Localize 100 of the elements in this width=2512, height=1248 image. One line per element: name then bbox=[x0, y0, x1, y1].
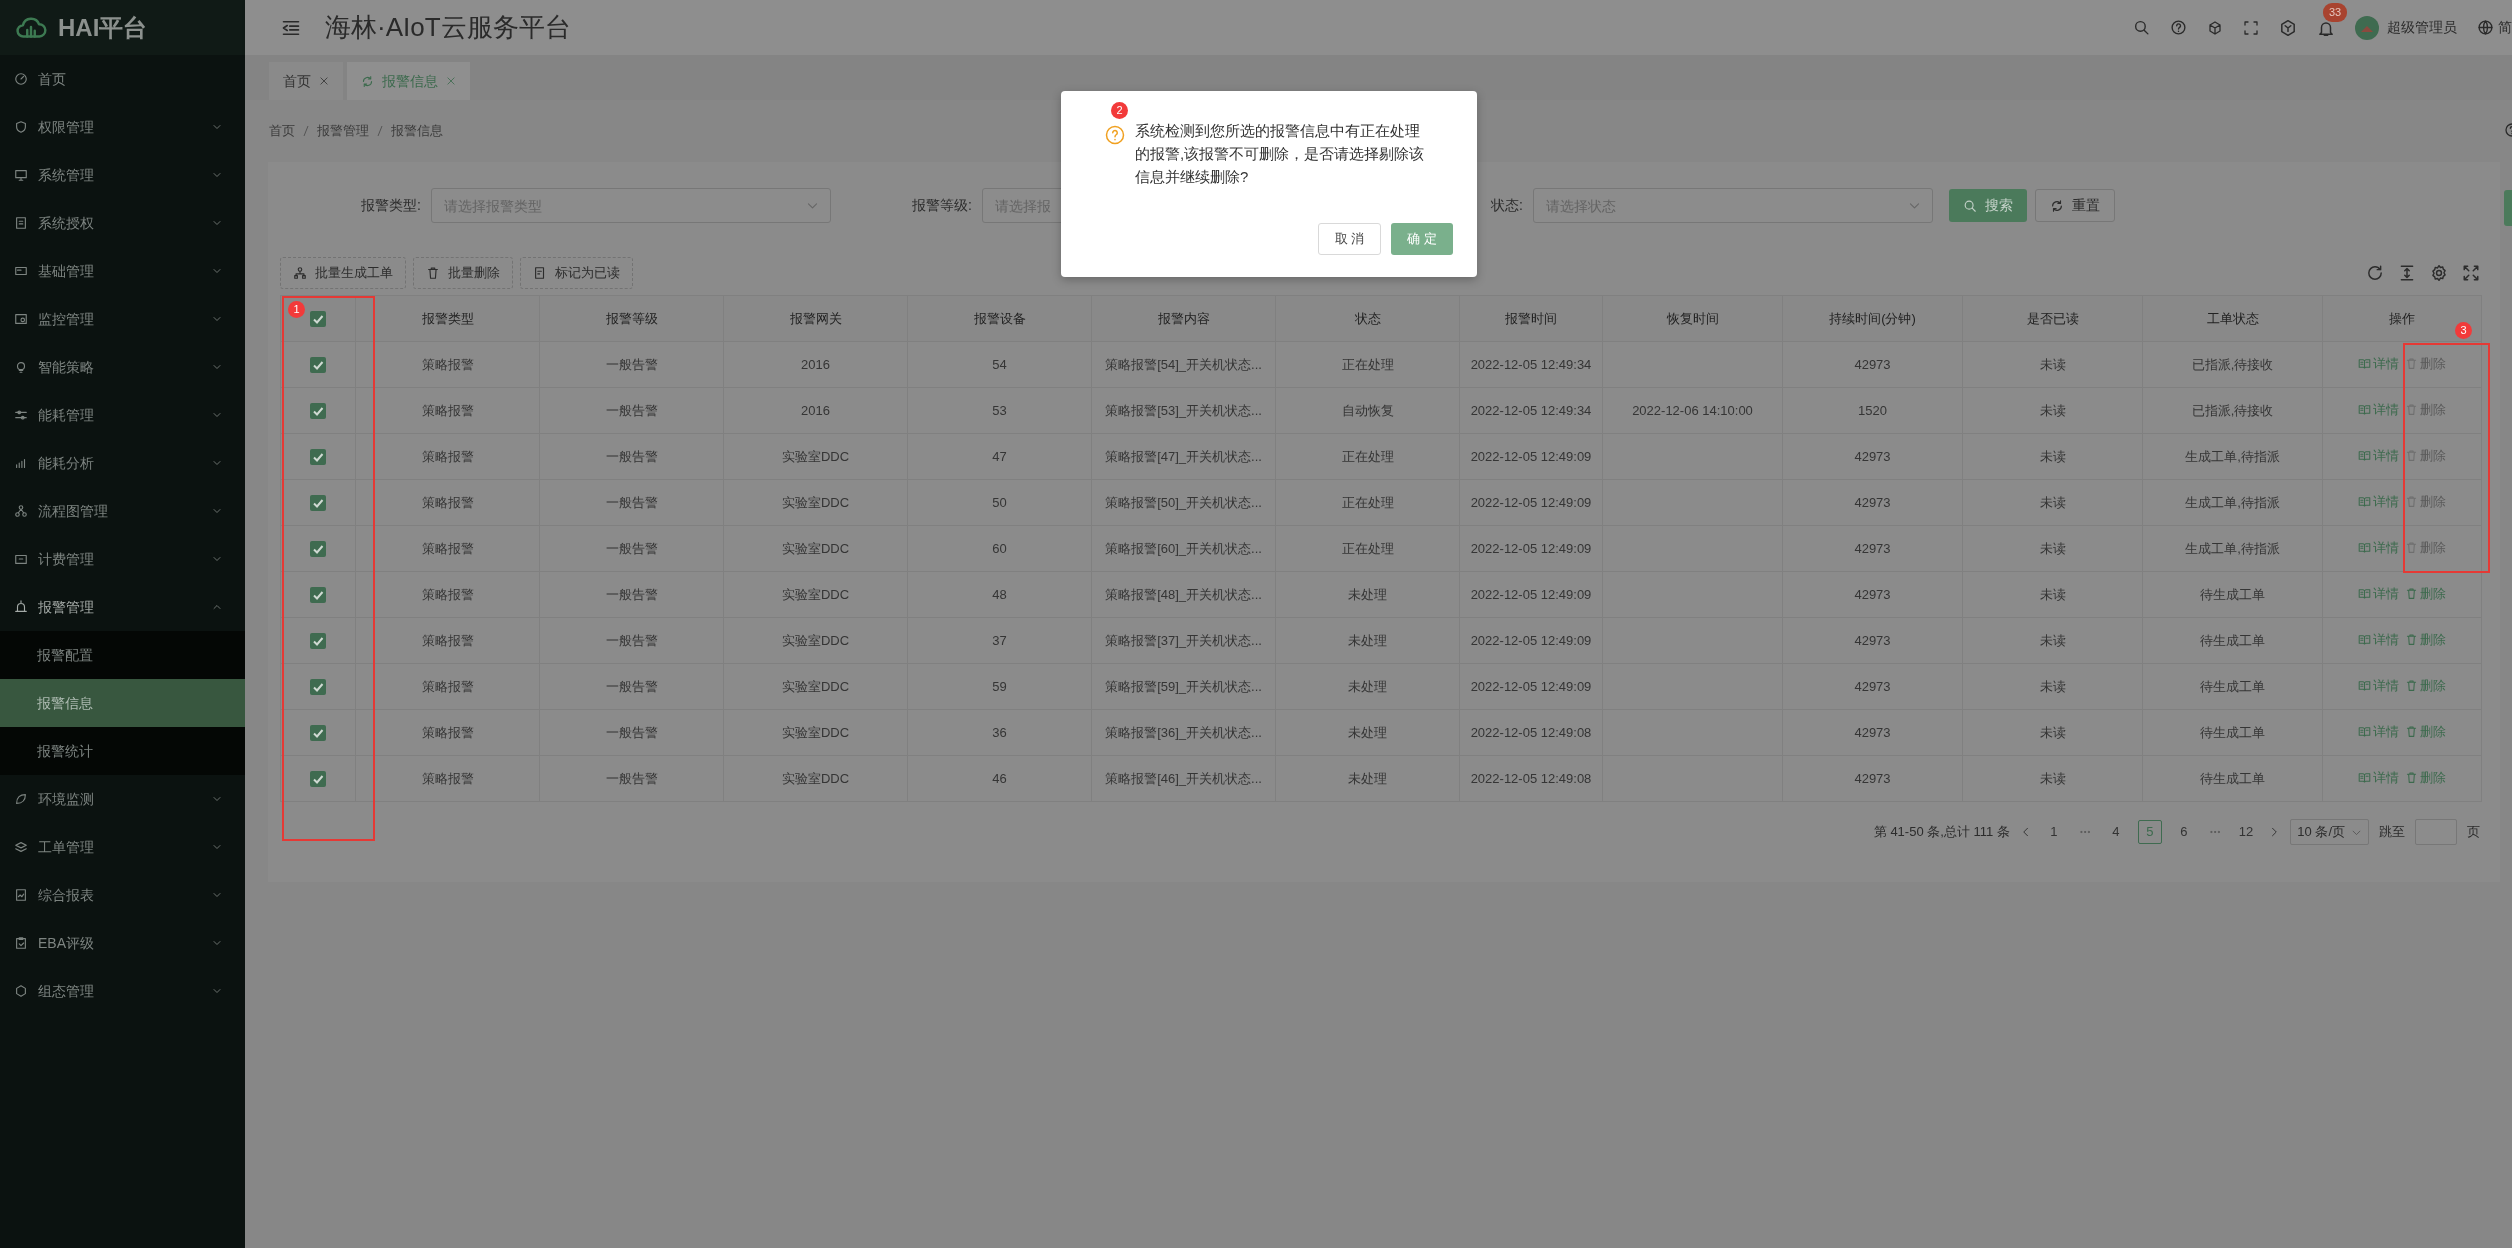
table-cell: 2022-12-05 12:49:34 bbox=[1470, 356, 1592, 372]
page-button[interactable]: 6 bbox=[2171, 820, 2196, 844]
hexagon-icon[interactable] bbox=[2279, 18, 2297, 37]
sidebar-item[interactable]: EBA评级 bbox=[0, 919, 245, 967]
page-tab[interactable]: 报警信息 bbox=[347, 62, 470, 100]
filter-label: 报警类型: bbox=[360, 196, 422, 215]
checkbox[interactable] bbox=[310, 771, 326, 788]
table-cell: 50 bbox=[992, 494, 1007, 510]
breadcrumb-item[interactable]: 首页 bbox=[269, 121, 295, 141]
checkbox[interactable] bbox=[310, 587, 326, 604]
table-cell: 42973 bbox=[1854, 494, 1891, 510]
slash-icon bbox=[303, 125, 309, 137]
column-header: 报警等级 bbox=[539, 295, 724, 342]
sidebar-item[interactable]: 智能策略 bbox=[0, 343, 245, 391]
column-header: 是否已读 bbox=[1962, 295, 2143, 342]
checkbox[interactable] bbox=[310, 541, 326, 558]
alarm-icon bbox=[14, 600, 28, 614]
page-button[interactable]: 4 bbox=[2103, 820, 2128, 844]
checkbox[interactable] bbox=[310, 725, 326, 742]
sidebar-item[interactable]: 能耗分析 bbox=[0, 439, 245, 487]
page-button[interactable]: 12 bbox=[2233, 820, 2259, 844]
globe-icon[interactable] bbox=[2477, 19, 2494, 36]
sidebar-item[interactable]: 系统授权 bbox=[0, 199, 245, 247]
table-cell: 策略报警[60]_开关机状态... bbox=[1105, 540, 1262, 556]
column-header: 恢复时间 bbox=[1602, 295, 1783, 342]
page-button[interactable]: 1 bbox=[2041, 820, 2066, 844]
submenu-item[interactable]: 报警信息 bbox=[0, 679, 245, 727]
help-icon[interactable] bbox=[2170, 19, 2187, 36]
sliders-icon bbox=[14, 408, 28, 422]
monitor-icon bbox=[14, 168, 28, 182]
cancel-button[interactable]: 取 消 bbox=[1317, 223, 1382, 255]
user-name[interactable]: 超级管理员 bbox=[2387, 17, 2457, 38]
sidebar-item[interactable]: 权限管理 bbox=[0, 103, 245, 151]
language-label[interactable]: 简 bbox=[2498, 17, 2512, 38]
checkbox[interactable] bbox=[310, 633, 326, 650]
table-cell: 2016 bbox=[801, 356, 830, 372]
book-icon bbox=[2358, 494, 2371, 508]
table-cell: 未读 bbox=[2039, 494, 2066, 510]
sidebar-item[interactable]: 基础管理 bbox=[0, 247, 245, 295]
sidebar-item[interactable]: 综合报表 bbox=[0, 871, 245, 919]
refresh-icon bbox=[361, 74, 374, 88]
table-cell: 2022-12-05 12:49:09 bbox=[1470, 540, 1592, 556]
breadcrumb-item[interactable]: 报警管理 bbox=[317, 121, 369, 141]
table-cell: 未处理 bbox=[1348, 678, 1387, 694]
refresh-icon[interactable] bbox=[2366, 264, 2384, 282]
toolbar-button[interactable]: 批量生成工单 bbox=[280, 257, 406, 289]
checkbox[interactable] bbox=[310, 357, 326, 374]
table-cell: 42973 bbox=[1854, 632, 1891, 648]
reset-button[interactable]: 重置 bbox=[2035, 189, 2115, 222]
sidebar-item[interactable]: 工单管理 bbox=[0, 823, 245, 871]
checkbox[interactable] bbox=[310, 449, 326, 466]
report-icon bbox=[14, 888, 28, 902]
checkbox[interactable] bbox=[310, 311, 326, 328]
table-cell: 实验室DDC bbox=[781, 770, 850, 786]
layers-icon bbox=[14, 840, 28, 854]
fullscreen-icon[interactable] bbox=[2243, 19, 2259, 36]
sidebar-item[interactable]: 首页 bbox=[0, 55, 245, 103]
sidebar-item[interactable]: 能耗管理 bbox=[0, 391, 245, 439]
page-size-select[interactable]: 10 条/页 bbox=[2290, 819, 2369, 845]
sidebar-item[interactable]: 监控管理 bbox=[0, 295, 245, 343]
card-icon bbox=[14, 264, 28, 278]
sidebar-item[interactable]: 组态管理 bbox=[0, 967, 245, 1015]
table-cell: 正在处理 bbox=[1341, 494, 1394, 510]
checkbox[interactable] bbox=[310, 403, 326, 420]
row-height-icon[interactable] bbox=[2398, 264, 2416, 282]
sidebar-item[interactable]: 系统管理 bbox=[0, 151, 245, 199]
settings-icon[interactable] bbox=[2430, 264, 2448, 282]
document-icon bbox=[14, 216, 28, 230]
search-icon[interactable] bbox=[2133, 19, 2150, 36]
search-button[interactable]: 搜索 bbox=[1949, 189, 2027, 222]
sidebar-item[interactable]: 报警管理 bbox=[0, 583, 245, 631]
filter-label: 状态: bbox=[1490, 196, 1524, 215]
table-cell: 未读 bbox=[2039, 356, 2066, 372]
table-cell: 2022-12-05 12:49:09 bbox=[1470, 448, 1592, 464]
cube-icon[interactable] bbox=[2207, 19, 2223, 36]
screen-icon bbox=[14, 312, 28, 326]
trash-icon bbox=[2405, 356, 2418, 370]
bulb-icon bbox=[14, 360, 28, 374]
table-cell: 47 bbox=[992, 448, 1007, 464]
bell-icon[interactable] bbox=[2317, 19, 2335, 38]
page-tab[interactable]: 首页 bbox=[269, 62, 343, 100]
toolbar-button[interactable]: 批量删除 bbox=[413, 257, 513, 289]
sidebar-item[interactable]: 流程图管理 bbox=[0, 487, 245, 535]
close-icon[interactable] bbox=[319, 76, 329, 86]
submenu-item[interactable]: 报警配置 bbox=[0, 631, 245, 679]
sidebar-item[interactable]: 环境监测 bbox=[0, 775, 245, 823]
checkbox[interactable] bbox=[310, 679, 326, 696]
checkbox[interactable] bbox=[310, 495, 326, 512]
table-cell: 策略报警 bbox=[421, 678, 474, 694]
table-cell: 待生成工单 bbox=[2200, 586, 2265, 602]
fullscreen-icon[interactable] bbox=[2462, 264, 2480, 282]
table-cell: 未读 bbox=[2039, 770, 2066, 786]
search-icon bbox=[1963, 198, 1977, 213]
toolbar-button[interactable]: 标记为已读 bbox=[520, 257, 633, 289]
table-cell: 策略报警[59]_开关机状态... bbox=[1105, 678, 1262, 694]
sidebar-item[interactable]: 计费管理 bbox=[0, 535, 245, 583]
table-cell: 未处理 bbox=[1348, 770, 1387, 786]
submenu-item[interactable]: 报警统计 bbox=[0, 727, 245, 775]
ok-button[interactable]: 确 定 bbox=[1391, 223, 1453, 255]
table-cell: 实验室DDC bbox=[781, 586, 850, 602]
